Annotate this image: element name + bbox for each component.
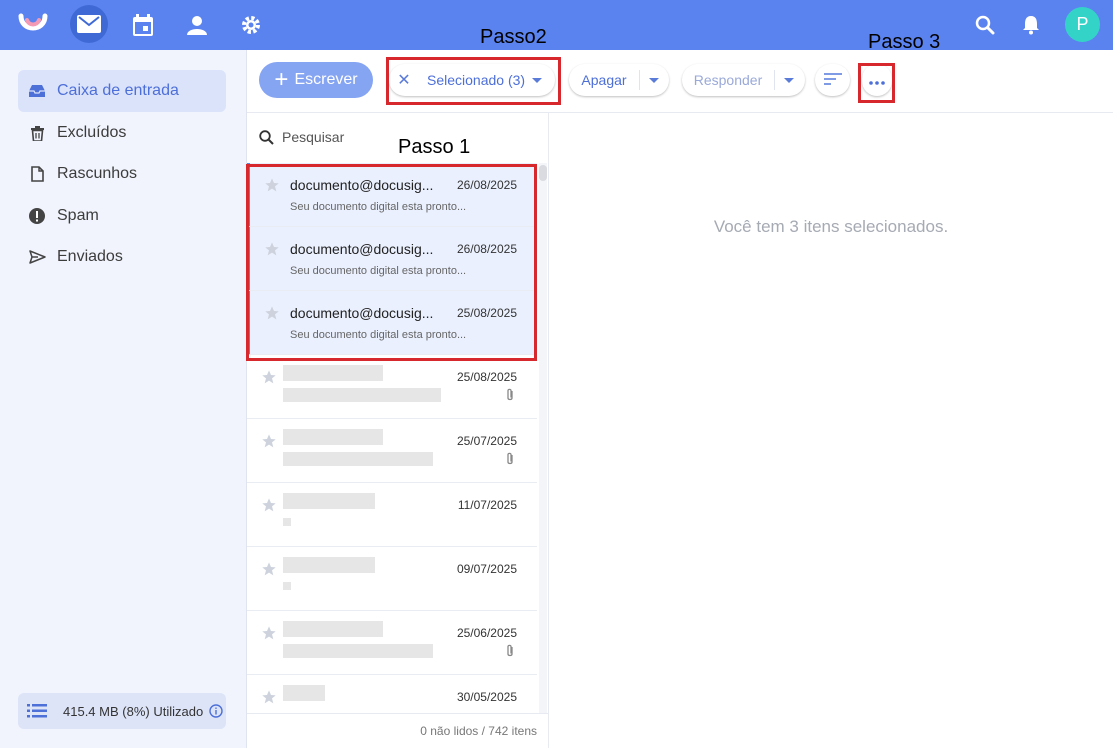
redacted-sender [283,557,375,573]
plus-icon: + [274,66,289,93]
scrollbar-thumb[interactable] [539,165,547,181]
star-icon[interactable] [261,625,277,646]
redacted-preview [283,388,441,402]
date: 25/06/2025 [456,626,517,640]
annotation-step3: Passo 3 [868,31,941,53]
selection-message: Você tem 3 itens selecionados. [713,217,949,236]
annotation-step2: Passo2 [480,26,547,48]
storage-indicator[interactable]: 415.4 MB (8%) Utilizado [18,693,226,729]
spam-icon [28,207,46,225]
date: 25/07/2025 [456,434,517,448]
reply-button[interactable]: Responder [682,72,774,88]
sidebar-item-deleted[interactable]: Excluídos [18,112,226,154]
redacted-preview [283,582,291,590]
chevron-down-icon[interactable] [784,77,794,83]
delete-button[interactable]: Apagar [569,72,639,88]
date: 11/07/2025 [457,498,517,512]
annotation-box-step1 [246,164,537,361]
storage-text: 415.4 MB (8%) Utilizado [63,703,204,719]
redacted-sender [283,493,375,509]
attachment-icon [505,644,515,663]
redacted-preview [283,644,433,658]
date: 25/08/2025 [456,370,517,384]
star-icon[interactable] [261,433,277,454]
sidebar-item-label: Enviados [57,248,123,265]
sidebar-item-sent[interactable]: Enviados [18,236,226,278]
search-icon[interactable] [969,9,1001,41]
sidebar-item-label: Caixa de entrada [57,82,179,99]
logo-icon[interactable] [17,9,49,41]
list-icon [27,704,47,718]
star-icon[interactable] [261,561,277,582]
chevron-down-icon[interactable] [649,77,659,83]
list-item[interactable]: 25/07/2025 [247,419,537,483]
redacted-preview [283,452,433,466]
sidebar-item-drafts[interactable]: Rascunhos [18,153,226,195]
attachment-icon [505,388,515,407]
sort-button[interactable] [815,64,850,96]
search-icon [259,129,274,145]
top-bar: P [0,0,1113,50]
redacted-sender [283,429,383,445]
redacted-sender [283,685,325,701]
info-icon[interactable] [209,704,223,718]
reply-button-group[interactable]: Responder [682,64,805,96]
annotation-step1: Passo 1 [398,136,471,158]
sort-icon [823,72,842,88]
sidebar-item-label: Excluídos [57,124,127,141]
list-item[interactable]: 25/06/2025 [247,611,537,675]
trash-icon [28,124,46,142]
reading-pane: Você tem 3 itens selecionados. [549,113,1113,748]
draft-icon [28,165,46,183]
list-item[interactable]: 25/08/2025 [247,355,537,419]
compose-label: Escrever [294,71,358,88]
send-icon [28,248,46,266]
sidebar-item-spam[interactable]: Spam [18,195,226,237]
star-icon[interactable] [261,369,277,390]
list-item[interactable]: 11/07/2025 [247,483,537,547]
bell-icon[interactable] [1015,9,1047,41]
list-footer: 0 não lidos / 742 itens [247,713,548,748]
calendar-icon[interactable] [127,9,159,41]
redacted-sender [283,621,383,637]
scrollbar-track[interactable] [539,163,547,748]
delete-button-group[interactable]: Apagar [569,64,669,96]
search-input[interactable]: Pesquisar [282,129,344,145]
sidebar: Caixa de entrada Excluídos Rascunhos Spa… [0,50,247,748]
mail-icon[interactable] [70,5,108,43]
compose-button[interactable]: + Escrever [259,62,373,98]
redacted-preview [283,518,291,526]
annotation-box-step2 [386,57,561,105]
redacted-sender [283,365,383,381]
inbox-icon [28,82,46,100]
sidebar-item-label: Spam [57,207,99,224]
star-icon[interactable] [261,497,277,518]
annotation-box-step3 [858,63,895,103]
contacts-icon[interactable] [181,9,213,41]
sidebar-item-label: Rascunhos [57,165,138,182]
list-item[interactable]: 09/07/2025 [247,547,537,611]
search-box[interactable]: Pesquisar [259,129,344,145]
sidebar-item-inbox[interactable]: Caixa de entrada [18,70,226,112]
settings-icon[interactable] [235,9,267,41]
avatar[interactable]: P [1065,7,1100,42]
date: 09/07/2025 [456,562,517,576]
toolbar: + Escrever ✕ Selecionado (3) Apagar Resp… [247,50,1113,113]
star-icon[interactable] [261,689,277,710]
attachment-icon [505,452,515,471]
date: 30/05/2025 [456,690,517,704]
